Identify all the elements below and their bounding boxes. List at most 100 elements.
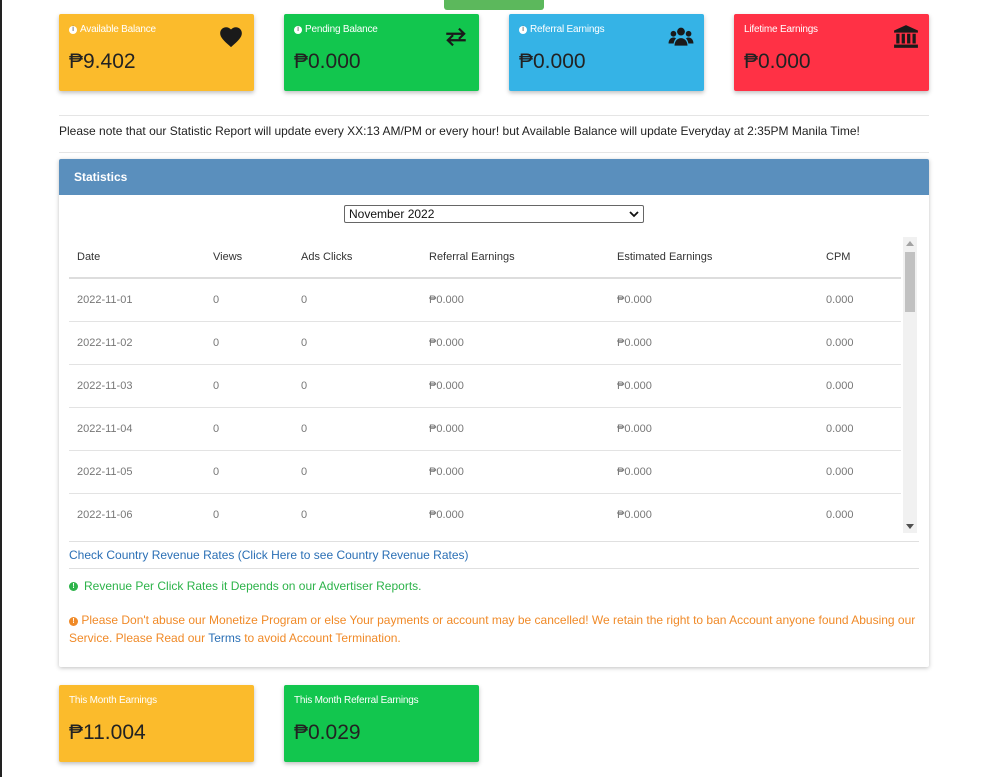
- info-icon: i: [69, 25, 77, 34]
- cell-ads-clicks: 0: [293, 278, 421, 322]
- table-header-row: Date Views Ads Clicks Referral Earnings …: [69, 237, 901, 279]
- this-month-earnings-label: This Month Earnings: [69, 695, 157, 706]
- cell-cpm: 0.000: [818, 407, 901, 451]
- month-select[interactable]: November 2022: [344, 205, 644, 223]
- update-notice: Please note that our Statistic Report wi…: [59, 115, 929, 153]
- pending-balance-title: i Pending Balance: [294, 24, 378, 35]
- bank-icon: [894, 25, 918, 48]
- referral-earnings-value: ₱0.000: [519, 50, 586, 73]
- table-row: 2022-11-03 0 0 ₱0.000 ₱0.000 0.000: [69, 364, 901, 408]
- lifetime-earnings-card: Lifetime Earnings ₱0.000: [734, 14, 929, 91]
- cell-estimated-earnings: ₱0.000: [609, 450, 818, 494]
- top-green-button[interactable]: [444, 0, 544, 10]
- statistics-table-wrapper[interactable]: Date Views Ads Clicks Referral Earnings …: [69, 237, 901, 533]
- table-row: 2022-11-04 0 0 ₱0.000 ₱0.000 0.000: [69, 407, 901, 451]
- available-balance-title: i Available Balance: [69, 24, 156, 35]
- available-balance-card: i Available Balance ₱9.402: [59, 14, 254, 91]
- statistics-table: Date Views Ads Clicks Referral Earnings …: [69, 237, 901, 533]
- this-month-earnings-value: ₱11.004: [69, 721, 146, 744]
- cell-views: 0: [205, 493, 293, 533]
- cell-estimated-earnings: ₱0.000: [609, 407, 818, 451]
- column-header-cpm[interactable]: CPM: [818, 237, 901, 279]
- cell-date: 2022-11-06: [69, 493, 205, 533]
- info-icon: i: [294, 25, 302, 34]
- cell-referral-earnings: ₱0.000: [421, 321, 609, 365]
- cell-referral-earnings: ₱0.000: [421, 450, 609, 494]
- cell-views: 0: [205, 450, 293, 494]
- column-header-referral-earnings[interactable]: Referral Earnings: [421, 237, 609, 279]
- chevron-down-icon: [629, 211, 639, 218]
- cell-estimated-earnings: ₱0.000: [609, 493, 818, 533]
- cell-date: 2022-11-03: [69, 364, 205, 408]
- dashboard-page: i Available Balance ₱9.402 i Pending Bal…: [0, 0, 1004, 777]
- cell-referral-earnings: ₱0.000: [421, 407, 609, 451]
- country-revenue-rates-link[interactable]: Check Country Revenue Rates (Click Here …: [69, 541, 919, 569]
- cell-cpm: 0.000: [818, 278, 901, 322]
- cell-views: 0: [205, 407, 293, 451]
- revenue-per-click-note: ! Revenue Per Click Rates it Depends on …: [69, 579, 422, 593]
- referral-earnings-card: i Referral Earnings ₱0.000: [509, 14, 704, 91]
- lifetime-earnings-label: Lifetime Earnings: [744, 24, 818, 35]
- pending-balance-card: i Pending Balance ₱0.000: [284, 14, 479, 91]
- cell-views: 0: [205, 364, 293, 408]
- abuse-warning-text: Please Don't abuse our Monetize Program …: [69, 613, 916, 645]
- cell-views: 0: [205, 278, 293, 322]
- info-icon: i: [519, 25, 527, 34]
- cell-views: 0: [205, 321, 293, 365]
- scroll-up-arrow-icon[interactable]: [906, 241, 914, 246]
- this-month-earnings-card: This Month Earnings ₱11.004: [59, 685, 254, 762]
- table-row: 2022-11-01 0 0 ₱0.000 ₱0.000 0.000: [69, 278, 901, 322]
- users-icon: [668, 27, 694, 46]
- exclamation-circle-icon: !: [69, 617, 78, 626]
- cell-ads-clicks: 0: [293, 493, 421, 533]
- cell-cpm: 0.000: [818, 364, 901, 408]
- window-edge: [0, 0, 2, 777]
- table-row: 2022-11-06 0 0 ₱0.000 ₱0.000 0.000: [69, 493, 901, 533]
- cell-referral-earnings: ₱0.000: [421, 364, 609, 408]
- cell-date: 2022-11-05: [69, 450, 205, 494]
- cell-date: 2022-11-01: [69, 278, 205, 322]
- this-month-referral-earnings-card: This Month Referral Earnings ₱0.029: [284, 685, 479, 762]
- abuse-warning-text-end: to avoid Account Termination.: [244, 631, 401, 645]
- column-header-ads-clicks[interactable]: Ads Clicks: [293, 237, 421, 279]
- scroll-down-arrow-icon[interactable]: [906, 524, 914, 529]
- cell-date: 2022-11-04: [69, 407, 205, 451]
- statistics-panel: Statistics November 2022 Date Views Ads …: [59, 159, 929, 667]
- column-header-estimated-earnings[interactable]: Estimated Earnings: [609, 237, 818, 279]
- table-scrollbar[interactable]: [903, 237, 917, 533]
- cell-date: 2022-11-02: [69, 321, 205, 365]
- this-month-earnings-title: This Month Earnings: [69, 695, 157, 706]
- cell-ads-clicks: 0: [293, 450, 421, 494]
- cell-referral-earnings: ₱0.000: [421, 278, 609, 322]
- cell-estimated-earnings: ₱0.000: [609, 364, 818, 408]
- cell-estimated-earnings: ₱0.000: [609, 321, 818, 365]
- statistics-header: Statistics: [59, 159, 929, 195]
- cell-cpm: 0.000: [818, 493, 901, 533]
- column-header-views[interactable]: Views: [205, 237, 293, 279]
- this-month-referral-earnings-value: ₱0.029: [294, 721, 361, 744]
- cell-cpm: 0.000: [818, 450, 901, 494]
- pending-balance-value: ₱0.000: [294, 50, 361, 73]
- month-select-value: November 2022: [349, 207, 435, 221]
- revenue-per-click-text: Revenue Per Click Rates it Depends on ou…: [84, 579, 422, 593]
- cell-cpm: 0.000: [818, 321, 901, 365]
- available-balance-value: ₱9.402: [69, 50, 136, 73]
- referral-earnings-title: i Referral Earnings: [519, 24, 605, 35]
- terms-link[interactable]: Terms: [208, 631, 241, 645]
- cell-ads-clicks: 0: [293, 364, 421, 408]
- table-row: 2022-11-02 0 0 ₱0.000 ₱0.000 0.000: [69, 321, 901, 365]
- abuse-warning-note: ! Please Don't abuse our Monetize Progra…: [69, 611, 919, 647]
- referral-earnings-label: Referral Earnings: [530, 24, 605, 35]
- heart-icon: [220, 27, 242, 48]
- exclamation-circle-icon: !: [69, 581, 78, 591]
- cell-ads-clicks: 0: [293, 321, 421, 365]
- available-balance-label: Available Balance: [80, 24, 156, 35]
- scrollbar-thumb[interactable]: [905, 252, 915, 312]
- lifetime-earnings-title: Lifetime Earnings: [744, 24, 818, 35]
- this-month-referral-earnings-title: This Month Referral Earnings: [294, 695, 419, 706]
- column-header-date[interactable]: Date: [69, 237, 205, 279]
- pending-balance-label: Pending Balance: [305, 24, 378, 35]
- this-month-referral-earnings-label: This Month Referral Earnings: [294, 695, 419, 706]
- lifetime-earnings-value: ₱0.000: [744, 50, 811, 73]
- cell-ads-clicks: 0: [293, 407, 421, 451]
